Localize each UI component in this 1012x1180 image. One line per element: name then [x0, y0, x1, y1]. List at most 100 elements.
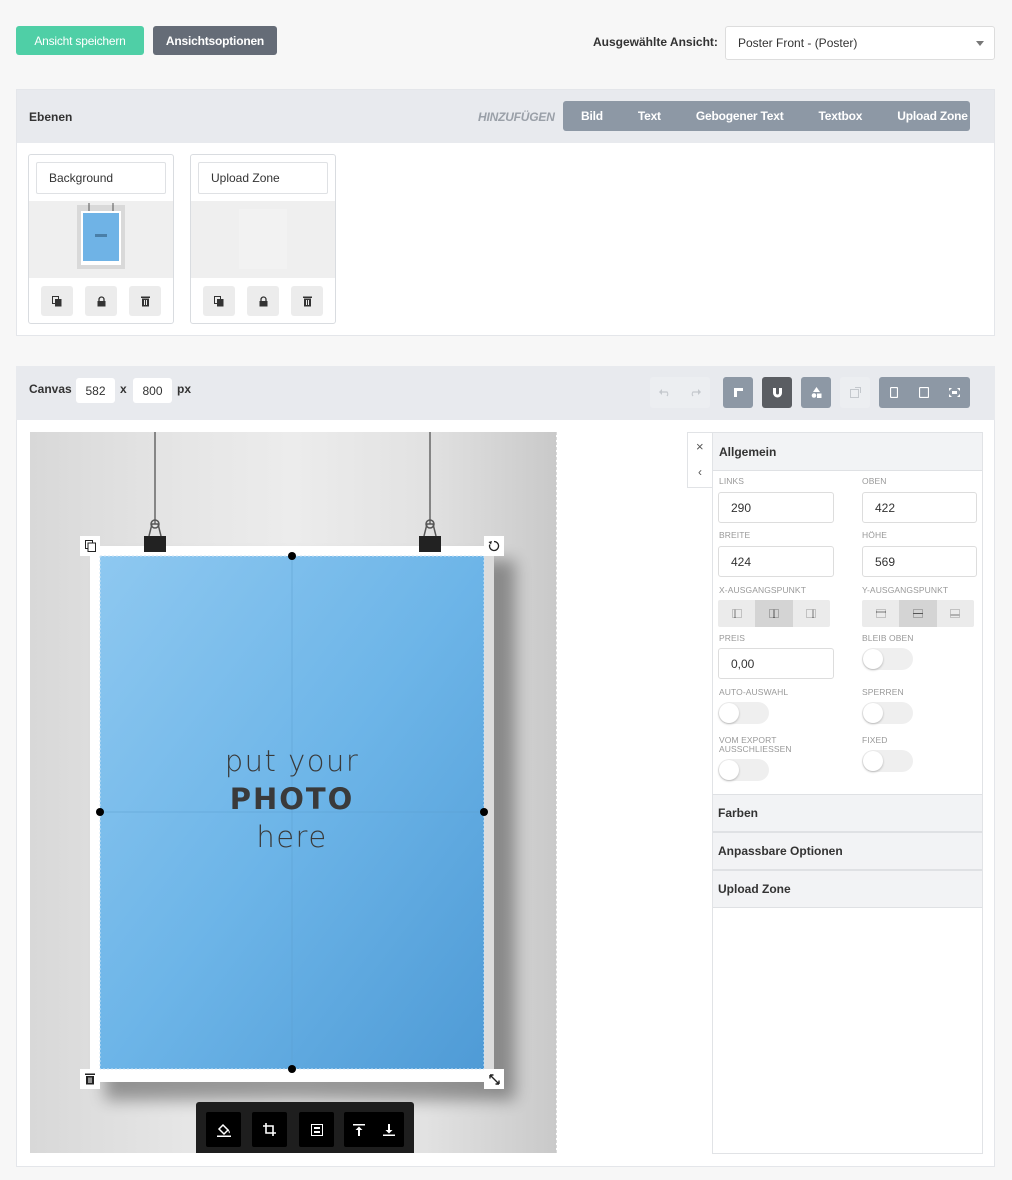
bring-to-front-icon[interactable] — [353, 1123, 365, 1136]
mobile-view-button[interactable] — [879, 377, 909, 408]
close-icon[interactable]: × — [696, 439, 704, 454]
redo-button[interactable] — [680, 377, 710, 408]
duplicate-handle[interactable] — [80, 536, 100, 556]
layer-name-input[interactable]: Upload Zone — [198, 162, 328, 194]
add-image-tab[interactable]: Bild — [581, 109, 603, 123]
section-custom-options-header[interactable]: Anpassbare Optionen — [713, 832, 982, 870]
chevron-left-icon[interactable]: ‹ — [698, 465, 702, 479]
tablet-view-button[interactable] — [909, 377, 939, 408]
lock-icon — [97, 295, 105, 306]
delete-button[interactable] — [129, 286, 161, 316]
crop-button[interactable] — [252, 1112, 287, 1147]
delete-button[interactable] — [291, 286, 323, 316]
view-select-value: Poster Front - (Poster) — [738, 36, 858, 50]
section-colors-title: Farben — [718, 806, 759, 820]
fill-color-button[interactable] — [206, 1112, 241, 1147]
y-origin-center[interactable] — [899, 600, 937, 627]
layer-thumbnail — [29, 201, 173, 278]
auto-select-toggle[interactable] — [718, 702, 769, 724]
view-select[interactable]: Poster Front - (Poster) — [725, 26, 995, 60]
price-input[interactable]: 0,00 — [718, 648, 834, 679]
add-textbox-tab[interactable]: Textbox — [819, 109, 863, 123]
lock-icon — [259, 295, 267, 306]
rotate-handle[interactable] — [484, 536, 504, 556]
x-origin-right[interactable] — [792, 600, 830, 627]
add-text-tab[interactable]: Text — [638, 109, 661, 123]
y-origin-selector — [862, 600, 974, 627]
lock-button[interactable] — [85, 286, 117, 316]
width-input[interactable]: 424 — [718, 546, 834, 577]
section-general-header[interactable]: Allgemein — [713, 433, 982, 471]
layer-card-background[interactable]: Background — [28, 154, 174, 324]
add-upload-zone-tab[interactable]: Upload Zone — [897, 109, 968, 123]
layers-title: Ebenen — [29, 110, 73, 124]
magnet-icon — [772, 388, 782, 398]
height-input[interactable]: 569 — [862, 546, 977, 577]
lock-toggle[interactable] — [862, 702, 913, 724]
external-link-icon — [849, 387, 861, 398]
layer-card-upload-zone[interactable]: Upload Zone — [190, 154, 336, 324]
section-colors-header[interactable]: Farben — [713, 794, 982, 832]
auto-select-label: AUTO-AUSWAHL — [719, 687, 789, 697]
y-origin-top[interactable] — [862, 600, 900, 627]
shapes-icon — [811, 387, 821, 398]
element-toolbar — [196, 1102, 414, 1153]
corner-grid-icon — [733, 388, 743, 397]
properties-panel: Allgemein LINKS 290 OBEN 422 BREITE 424 … — [712, 432, 983, 1154]
chevron-down-icon — [976, 41, 984, 46]
layer-thumbnail — [191, 201, 335, 278]
copy-icon — [214, 295, 224, 306]
paint-bucket-icon — [216, 1123, 231, 1137]
selected-view-label: Ausgewählte Ansicht: — [593, 35, 718, 49]
snap-to-grid-button[interactable] — [723, 377, 753, 408]
left-input[interactable]: 290 — [718, 492, 834, 523]
view-options-button[interactable]: Ansichtsoptionen — [153, 26, 277, 55]
poster-text: put your PHOTO here — [30, 742, 554, 856]
y-origin-label: Y-AUSGANGSPUNKT — [862, 585, 949, 595]
section-upload-zone-header[interactable]: Upload Zone — [713, 870, 982, 908]
lock-button[interactable] — [247, 286, 279, 316]
save-view-button[interactable]: Ansicht speichern — [16, 26, 144, 55]
add-curved-text-tab[interactable]: Gebogener Text — [696, 109, 784, 123]
exclude-export-label: VOM EXPORT AUSSCHLIESSEN — [719, 735, 792, 754]
magnet-button[interactable] — [762, 377, 792, 408]
fullscreen-button[interactable] — [939, 377, 969, 408]
resize-handle[interactable] — [484, 1069, 504, 1089]
trash-icon — [302, 296, 312, 306]
redo-icon — [691, 389, 701, 397]
tablet-icon — [919, 387, 929, 398]
duplicate-button[interactable] — [41, 286, 73, 316]
shapes-button[interactable] — [801, 377, 831, 408]
canvas-width-input[interactable]: 582 — [76, 378, 115, 403]
x-origin-label: X-AUSGANGSPUNKT — [719, 585, 806, 595]
duplicate-button[interactable] — [203, 286, 235, 316]
align-center-icon — [310, 1123, 323, 1136]
send-to-back-icon[interactable] — [383, 1123, 395, 1136]
width-label: BREITE — [719, 530, 751, 540]
canvas-area: put your PHOTO here × ‹ Allgemein LINKS … — [16, 420, 995, 1167]
x-origin-selector — [718, 600, 830, 627]
exclude-export-toggle[interactable] — [718, 759, 769, 781]
canvas-height-input[interactable]: 800 — [133, 378, 172, 403]
center-button[interactable] — [299, 1112, 334, 1147]
poster-line-2: PHOTO — [229, 782, 355, 816]
layer-name-input[interactable]: Background — [36, 162, 166, 194]
fixed-toggle[interactable] — [862, 750, 913, 772]
x-origin-center[interactable] — [755, 600, 793, 627]
share-button[interactable] — [840, 377, 870, 408]
expand-icon — [948, 388, 960, 397]
section-custom-options-title: Anpassbare Optionen — [718, 844, 843, 858]
x-origin-left[interactable] — [718, 600, 756, 627]
undo-button[interactable] — [650, 377, 680, 408]
design-stage[interactable]: put your PHOTO here — [30, 432, 556, 1153]
stay-on-top-toggle[interactable] — [862, 648, 913, 670]
poster-line-3: here — [256, 820, 328, 854]
canvas-boundary — [556, 432, 557, 1153]
top-input[interactable]: 422 — [862, 492, 977, 523]
poster-line-1: put your — [224, 744, 360, 778]
delete-handle[interactable] — [80, 1069, 100, 1089]
y-origin-bottom[interactable] — [936, 600, 974, 627]
layers-header: Ebenen HINZUFÜGEN Bild Text Gebogener Te… — [17, 90, 994, 143]
fixed-label: FIXED — [862, 735, 888, 745]
trash-icon — [140, 296, 150, 306]
